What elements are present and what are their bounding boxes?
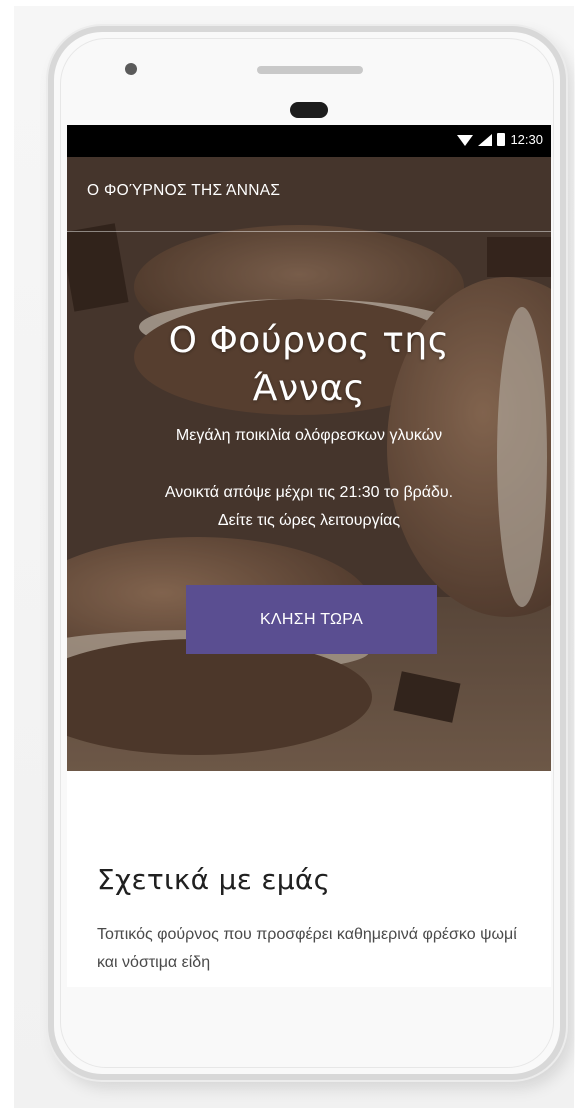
front-sensor: [290, 102, 328, 118]
hero-title-line-1: Ο Φούρνος της: [168, 320, 450, 361]
battery-icon: [497, 133, 506, 146]
status-icons: 12:30: [457, 132, 543, 147]
status-time: 12:30: [510, 132, 543, 147]
call-now-button[interactable]: ΚΛΗΣΗ ΤΩΡΑ: [186, 585, 437, 654]
hero-title: Ο Φούρνος της Άννας: [67, 317, 551, 413]
hero-title-line-2: Άννας: [252, 368, 366, 409]
camera-icon: [125, 63, 137, 75]
about-title: Σχετικά με εμάς: [97, 863, 331, 896]
wifi-icon: [457, 134, 474, 146]
hero-section: Ο ΦΟΎΡΝΟΣ ΤΗΣ ΆΝΝΑΣ Ο Φούρνος της Άννας …: [67, 157, 551, 771]
about-text: Τοπικός φούρνος που προσφέρει καθημερινά…: [97, 926, 517, 971]
hero-overlay: [67, 157, 551, 771]
speaker-grille: [257, 66, 363, 74]
about-section: Σχετικά με εμάς Τοπικός φούρνος που προσ…: [67, 771, 551, 987]
opening-hours-text[interactable]: Ανοικτά απόψε μέχρι τις 21:30 το βράδυ. …: [149, 479, 469, 535]
top-app-bar: Ο ΦΟΎΡΝΟΣ ΤΗΣ ΆΝΝΑΣ: [67, 157, 551, 232]
signal-icon: [478, 133, 493, 146]
phone-screen: 12:30 Ο ΦΟΎΡΝΟΣ ΤΗΣ ΆΝΝΑΣ Ο Φούρνος της …: [67, 125, 551, 987]
hero-subtitle: Μεγάλη ποικιλία ολόφρεσκων γλυκών: [175, 427, 443, 444]
site-name[interactable]: Ο ΦΟΎΡΝΟΣ ΤΗΣ ΆΝΝΑΣ: [87, 182, 280, 200]
status-bar: 12:30: [67, 125, 551, 157]
